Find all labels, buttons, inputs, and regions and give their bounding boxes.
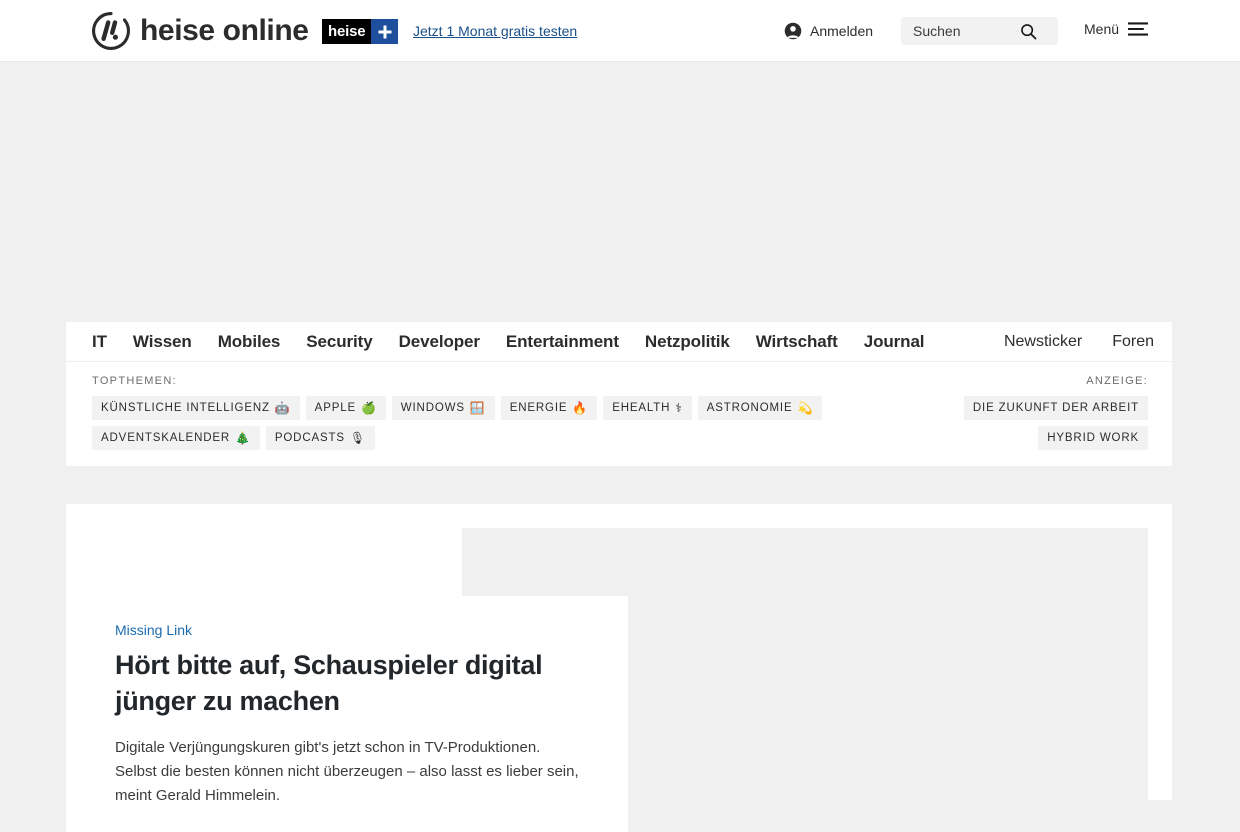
topic-chip-label: EHEALTH — [612, 402, 671, 414]
topic-chip-label: KÜNSTLICHE INTELLIGENZ — [101, 402, 270, 414]
medical-symbol-icon: ⚕ — [675, 401, 683, 415]
main-navigation: IT Wissen Mobiles Security Developer Ent… — [66, 322, 1172, 362]
nav-item-entertainment[interactable]: Entertainment — [506, 332, 619, 352]
lead-article-teaser: Digitale Verjüngungskuren gibt's jetzt s… — [115, 739, 579, 804]
promo-trial-link[interactable]: Jetzt 1 Monat gratis testen — [413, 23, 577, 39]
site-logo-link[interactable]: heise online — [91, 11, 309, 51]
nav-item-netzpolitik[interactable]: Netzpolitik — [645, 332, 730, 352]
topic-chip-apple[interactable]: APPLE 🍏 — [305, 396, 386, 420]
nav-item-mobiles[interactable]: Mobiles — [218, 332, 281, 352]
anzeige-label: ANZEIGE: — [1086, 375, 1148, 387]
topic-chip-label: ENERGIE — [509, 402, 568, 414]
topic-chip-label: PODCASTS — [274, 432, 345, 444]
topic-chip-ehealth[interactable]: EHEALTH ⚕ — [603, 396, 692, 420]
topthemen-label: TOPTHEMEN: — [92, 375, 177, 387]
ad-chip-die-zukunft-der-arbeit[interactable]: DIE ZUKUNFT DER ARBEIT — [963, 396, 1148, 420]
topic-chip-astronomie[interactable]: ASTRONOMIE 💫 — [697, 396, 823, 420]
menu-button[interactable]: Menü — [1084, 21, 1149, 37]
nav-item-developer[interactable]: Developer — [399, 332, 480, 352]
topic-chip-label: APPLE — [314, 402, 356, 414]
ad-chip-label: DIE ZUKUNFT DER ARBEIT — [972, 402, 1139, 414]
search-input[interactable] — [901, 18, 1013, 44]
topic-chip-podcasts[interactable]: PODCASTS 🎙 — [265, 426, 376, 450]
topic-chip-label: ASTRONOMIE — [706, 402, 793, 414]
green-apple-icon: 🍏 — [361, 401, 377, 415]
nav-item-foren[interactable]: Foren — [1112, 333, 1154, 351]
ad-chip-hybrid-work[interactable]: HYBRID WORK — [1038, 426, 1148, 450]
search-icon — [1020, 23, 1036, 39]
nav-item-security[interactable]: Security — [306, 332, 372, 352]
hamburger-icon — [1128, 22, 1149, 36]
plus-icon — [371, 19, 399, 44]
site-header: heise online heise Jetzt 1 Monat gratis … — [0, 0, 1240, 62]
navigation-panel: IT Wissen Mobiles Security Developer Ent… — [66, 322, 1172, 466]
topic-chip-label: WINDOWS — [400, 402, 465, 414]
topic-chip-windows[interactable]: WINDOWS 🪟 — [391, 396, 495, 420]
nav-item-wissen[interactable]: Wissen — [133, 332, 192, 352]
ad-chip-label: HYBRID WORK — [1047, 432, 1139, 444]
heise-plus-badge-word: heise — [322, 19, 372, 44]
microphone-icon: 🎙 — [349, 431, 367, 445]
nav-item-journal[interactable]: Journal — [864, 332, 925, 352]
site-logo-text: heise online — [140, 14, 309, 47]
comet-icon: 💫 — [797, 401, 814, 415]
lead-article-title[interactable]: Hört bitte auf, Schauspieler digital jün… — [115, 647, 582, 719]
heise-plus-badge[interactable]: heise — [322, 19, 399, 44]
main-content-panel: Missing Link Hört bitte auf, Schauspiele… — [66, 504, 1172, 832]
primary-nav-list: IT Wissen Mobiles Security Developer Ent… — [92, 322, 925, 362]
lead-article-kicker[interactable]: Missing Link — [115, 622, 192, 638]
menu-label: Menü — [1084, 21, 1120, 37]
robot-icon: 🤖 — [274, 401, 291, 415]
topthemen-row: TOPTHEMEN: KÜNSTLICHE INTELLIGENZ 🤖 APPL… — [66, 362, 1172, 450]
search-submit-button[interactable] — [1013, 18, 1043, 44]
user-circle-icon — [784, 22, 802, 40]
lead-article-text: Missing Link Hört bitte auf, Schauspiele… — [66, 596, 628, 832]
header-inner: heise online heise Jetzt 1 Monat gratis … — [0, 0, 1240, 61]
christmas-tree-icon: 🎄 — [235, 431, 251, 445]
anzeige-column: ANZEIGE: DIE ZUKUNFT DER ARBEIT HYBRID W… — [848, 375, 1148, 450]
nav-item-wirtschaft[interactable]: Wirtschaft — [756, 332, 838, 352]
topthemen-chip-list: KÜNSTLICHE INTELLIGENZ 🤖 APPLE 🍏 WINDOWS… — [92, 396, 852, 450]
topic-chip-label: ADVENTSKALENDER — [101, 432, 231, 444]
topic-chip-energie[interactable]: ENERGIE 🔥 — [500, 396, 598, 420]
top-banner-ad-slot — [0, 62, 1240, 322]
window-icon: 🪟 — [469, 401, 486, 415]
nav-item-newsticker[interactable]: Newsticker — [1004, 333, 1082, 351]
anzeige-chip-list: DIE ZUKUNFT DER ARBEIT HYBRID WORK — [848, 396, 1148, 450]
topthemen-column: TOPTHEMEN: KÜNSTLICHE INTELLIGENZ 🤖 APPL… — [92, 375, 852, 450]
search-box[interactable] — [901, 17, 1058, 45]
topic-chip-adventskalender[interactable]: ADVENTSKALENDER 🎄 — [92, 426, 260, 450]
login-label: Anmelden — [810, 23, 874, 39]
nav-item-it[interactable]: IT — [92, 332, 107, 352]
topic-chip-kuenstliche-intelligenz[interactable]: KÜNSTLICHE INTELLIGENZ 🤖 — [92, 396, 300, 420]
login-link[interactable]: Anmelden — [784, 22, 873, 40]
secondary-nav-list: Newsticker Foren — [1004, 322, 1154, 362]
fire-icon: 🔥 — [572, 401, 589, 415]
heise-circle-logo-icon — [92, 12, 130, 50]
